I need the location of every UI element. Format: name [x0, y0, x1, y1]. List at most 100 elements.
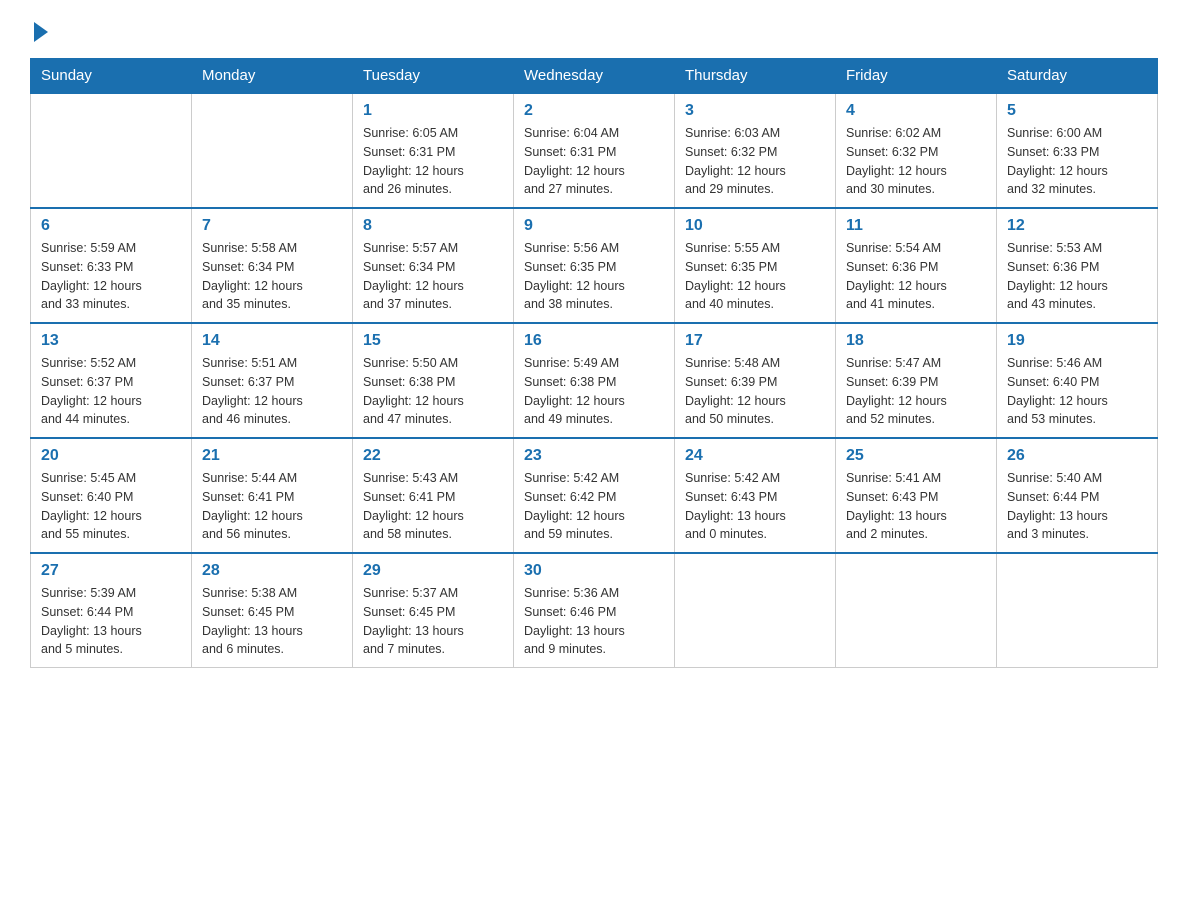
calendar-cell-1-6: 4 Sunrise: 6:02 AM Sunset: 6:32 PM Daylig…	[836, 93, 997, 208]
calendar-cell-3-7: 19 Sunrise: 5:46 AM Sunset: 6:40 PM Dayli…	[997, 323, 1158, 438]
day-number: 4	[846, 102, 986, 120]
day-info: Sunrise: 5:55 AM Sunset: 6:35 PM Dayligh…	[685, 239, 825, 314]
calendar-cell-1-5: 3 Sunrise: 6:03 AM Sunset: 6:32 PM Daylig…	[675, 93, 836, 208]
day-number: 27	[41, 562, 181, 580]
calendar-cell-1-2	[192, 93, 353, 208]
calendar-cell-5-3: 29 Sunrise: 5:37 AM Sunset: 6:45 PM Dayli…	[353, 553, 514, 668]
calendar-cell-5-1: 27 Sunrise: 5:39 AM Sunset: 6:44 PM Dayli…	[31, 553, 192, 668]
calendar-cell-4-7: 26Sunrise: 5:40 AM Sunset: 6:44 PM Dayli…	[997, 438, 1158, 553]
day-info: Sunrise: 5:43 AM Sunset: 6:41 PM Dayligh…	[363, 469, 503, 544]
day-number: 23	[524, 447, 664, 465]
calendar-cell-2-7: 12Sunrise: 5:53 AM Sunset: 6:36 PM Dayli…	[997, 208, 1158, 323]
day-info: Sunrise: 5:38 AM Sunset: 6:45 PM Dayligh…	[202, 584, 342, 659]
calendar-header-sunday: Sunday	[31, 59, 192, 94]
day-number: 17	[685, 332, 825, 350]
day-number: 25	[846, 447, 986, 465]
calendar-cell-2-3: 8Sunrise: 5:57 AM Sunset: 6:34 PM Daylig…	[353, 208, 514, 323]
calendar-cell-1-7: 5 Sunrise: 6:00 AM Sunset: 6:33 PM Daylig…	[997, 93, 1158, 208]
day-number: 30	[524, 562, 664, 580]
day-number: 5	[1007, 102, 1147, 120]
day-info: Sunrise: 5:41 AM Sunset: 6:43 PM Dayligh…	[846, 469, 986, 544]
page-header	[30, 20, 1158, 48]
day-number: 3	[685, 102, 825, 120]
calendar-header-monday: Monday	[192, 59, 353, 94]
calendar-cell-4-2: 21 Sunrise: 5:44 AM Sunset: 6:41 PM Dayli…	[192, 438, 353, 553]
calendar-header-row: SundayMondayTuesdayWednesdayThursdayFrid…	[31, 59, 1158, 94]
day-info: Sunrise: 6:02 AM Sunset: 6:32 PM Dayligh…	[846, 124, 986, 199]
calendar-cell-4-4: 23 Sunrise: 5:42 AM Sunset: 6:42 PM Dayli…	[514, 438, 675, 553]
day-number: 20	[41, 447, 181, 465]
calendar-cell-3-6: 18 Sunrise: 5:47 AM Sunset: 6:39 PM Dayli…	[836, 323, 997, 438]
day-info: Sunrise: 6:04 AM Sunset: 6:31 PM Dayligh…	[524, 124, 664, 199]
week-row-1: 1 Sunrise: 6:05 AM Sunset: 6:31 PM Daylig…	[31, 93, 1158, 208]
day-info: Sunrise: 5:37 AM Sunset: 6:45 PM Dayligh…	[363, 584, 503, 659]
calendar-cell-5-5	[675, 553, 836, 668]
day-number: 21	[202, 447, 342, 465]
day-info: Sunrise: 5:45 AM Sunset: 6:40 PM Dayligh…	[41, 469, 181, 544]
day-number: 7	[202, 217, 342, 235]
day-number: 28	[202, 562, 342, 580]
day-number: 26	[1007, 447, 1147, 465]
day-number: 22	[363, 447, 503, 465]
calendar-header-saturday: Saturday	[997, 59, 1158, 94]
calendar-cell-3-4: 16Sunrise: 5:49 AM Sunset: 6:38 PM Dayli…	[514, 323, 675, 438]
calendar-cell-3-3: 15 Sunrise: 5:50 AM Sunset: 6:38 PM Dayli…	[353, 323, 514, 438]
calendar-cell-5-4: 30 Sunrise: 5:36 AM Sunset: 6:46 PM Dayli…	[514, 553, 675, 668]
calendar-cell-2-1: 6Sunrise: 5:59 AM Sunset: 6:33 PM Daylig…	[31, 208, 192, 323]
calendar-header-tuesday: Tuesday	[353, 59, 514, 94]
calendar-cell-1-4: 2 Sunrise: 6:04 AM Sunset: 6:31 PM Daylig…	[514, 93, 675, 208]
logo-arrow-icon	[34, 22, 48, 42]
day-info: Sunrise: 5:42 AM Sunset: 6:42 PM Dayligh…	[524, 469, 664, 544]
week-row-3: 13 Sunrise: 5:52 AM Sunset: 6:37 PM Dayli…	[31, 323, 1158, 438]
day-info: Sunrise: 6:03 AM Sunset: 6:32 PM Dayligh…	[685, 124, 825, 199]
calendar-cell-5-6	[836, 553, 997, 668]
calendar-cell-3-1: 13 Sunrise: 5:52 AM Sunset: 6:37 PM Dayli…	[31, 323, 192, 438]
day-number: 29	[363, 562, 503, 580]
calendar-cell-4-1: 20 Sunrise: 5:45 AM Sunset: 6:40 PM Dayli…	[31, 438, 192, 553]
day-info: Sunrise: 5:54 AM Sunset: 6:36 PM Dayligh…	[846, 239, 986, 314]
calendar-cell-4-5: 24 Sunrise: 5:42 AM Sunset: 6:43 PM Dayli…	[675, 438, 836, 553]
day-number: 1	[363, 102, 503, 120]
week-row-5: 27 Sunrise: 5:39 AM Sunset: 6:44 PM Dayli…	[31, 553, 1158, 668]
day-number: 2	[524, 102, 664, 120]
calendar-cell-3-5: 17Sunrise: 5:48 AM Sunset: 6:39 PM Dayli…	[675, 323, 836, 438]
calendar-cell-3-2: 14 Sunrise: 5:51 AM Sunset: 6:37 PM Dayli…	[192, 323, 353, 438]
day-info: Sunrise: 5:56 AM Sunset: 6:35 PM Dayligh…	[524, 239, 664, 314]
day-info: Sunrise: 5:47 AM Sunset: 6:39 PM Dayligh…	[846, 354, 986, 429]
calendar-table: SundayMondayTuesdayWednesdayThursdayFrid…	[30, 58, 1158, 668]
day-number: 13	[41, 332, 181, 350]
calendar-header-wednesday: Wednesday	[514, 59, 675, 94]
day-info: Sunrise: 5:52 AM Sunset: 6:37 PM Dayligh…	[41, 354, 181, 429]
day-number: 15	[363, 332, 503, 350]
day-number: 12	[1007, 217, 1147, 235]
calendar-cell-5-2: 28 Sunrise: 5:38 AM Sunset: 6:45 PM Dayli…	[192, 553, 353, 668]
calendar-cell-4-3: 22 Sunrise: 5:43 AM Sunset: 6:41 PM Dayli…	[353, 438, 514, 553]
calendar-cell-5-7	[997, 553, 1158, 668]
day-number: 10	[685, 217, 825, 235]
day-info: Sunrise: 5:44 AM Sunset: 6:41 PM Dayligh…	[202, 469, 342, 544]
day-info: Sunrise: 6:00 AM Sunset: 6:33 PM Dayligh…	[1007, 124, 1147, 199]
calendar-cell-2-5: 10 Sunrise: 5:55 AM Sunset: 6:35 PM Dayli…	[675, 208, 836, 323]
day-number: 14	[202, 332, 342, 350]
day-info: Sunrise: 5:39 AM Sunset: 6:44 PM Dayligh…	[41, 584, 181, 659]
day-info: Sunrise: 5:51 AM Sunset: 6:37 PM Dayligh…	[202, 354, 342, 429]
day-number: 19	[1007, 332, 1147, 350]
week-row-4: 20 Sunrise: 5:45 AM Sunset: 6:40 PM Dayli…	[31, 438, 1158, 553]
day-info: Sunrise: 6:05 AM Sunset: 6:31 PM Dayligh…	[363, 124, 503, 199]
logo	[30, 20, 48, 48]
day-number: 24	[685, 447, 825, 465]
day-info: Sunrise: 5:42 AM Sunset: 6:43 PM Dayligh…	[685, 469, 825, 544]
calendar-header-friday: Friday	[836, 59, 997, 94]
day-number: 18	[846, 332, 986, 350]
week-row-2: 6Sunrise: 5:59 AM Sunset: 6:33 PM Daylig…	[31, 208, 1158, 323]
day-info: Sunrise: 5:46 AM Sunset: 6:40 PM Dayligh…	[1007, 354, 1147, 429]
calendar-cell-4-6: 25 Sunrise: 5:41 AM Sunset: 6:43 PM Dayli…	[836, 438, 997, 553]
day-info: Sunrise: 5:49 AM Sunset: 6:38 PM Dayligh…	[524, 354, 664, 429]
day-number: 8	[363, 217, 503, 235]
day-info: Sunrise: 5:58 AM Sunset: 6:34 PM Dayligh…	[202, 239, 342, 314]
day-number: 9	[524, 217, 664, 235]
day-info: Sunrise: 5:59 AM Sunset: 6:33 PM Dayligh…	[41, 239, 181, 314]
day-number: 11	[846, 217, 986, 235]
day-info: Sunrise: 5:36 AM Sunset: 6:46 PM Dayligh…	[524, 584, 664, 659]
day-info: Sunrise: 5:50 AM Sunset: 6:38 PM Dayligh…	[363, 354, 503, 429]
